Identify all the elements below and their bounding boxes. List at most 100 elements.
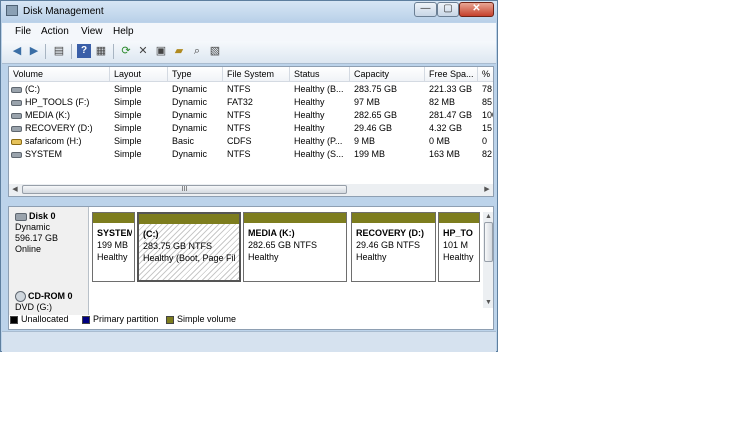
column-header-percent-free[interactable]: % F [478, 67, 493, 82]
table-row[interactable]: SYSTEM Simple Dynamic NTFS Healthy (S...… [9, 148, 493, 161]
back-arrow-icon[interactable]: ◀ [10, 44, 24, 58]
partition-system-info: SYSTEM 199 MB Healthy [97, 227, 132, 263]
cell-layout: Simple [114, 97, 142, 107]
simple-volume-bar [93, 213, 134, 223]
cell-type: Dynamic [172, 97, 208, 107]
details-icon[interactable]: ▦ [94, 44, 108, 58]
simple-volume-bar [352, 213, 435, 223]
menu-help[interactable]: Help [113, 26, 134, 37]
open-icon[interactable]: ▰ [172, 44, 186, 58]
title-bar[interactable]: Disk Management — ▢ ✕ [1, 1, 497, 22]
scroll-thumb[interactable] [484, 222, 493, 262]
cell-file-system: CDFS [227, 136, 252, 146]
partition-c[interactable]: (C:) 283.75 GB NTFS Healthy (Boot, Page … [137, 212, 241, 282]
cell-type: Dynamic [172, 110, 208, 120]
volume-list[interactable]: Volume Layout Type File System Status Ca… [8, 66, 494, 197]
rescan-icon[interactable]: ▧ [208, 44, 222, 58]
scroll-up-arrow-icon[interactable]: ▲ [483, 212, 493, 222]
scroll-thumb[interactable]: III [22, 185, 347, 194]
cell-status: Healthy [294, 97, 325, 107]
table-row[interactable]: MEDIA (K:) Simple Dynamic NTFS Healthy 2… [9, 109, 493, 122]
partition-recovery[interactable]: RECOVERY (D:) 29.46 GB NTFS Healthy [351, 212, 436, 282]
partition-hp-tools-info: HP_TO 101 M Healthy [443, 227, 477, 263]
drive-icon [11, 126, 22, 132]
table-row[interactable]: (C:) Simple Dynamic NTFS Healthy (B... 2… [9, 83, 493, 96]
cell-free-space: 0 MB [429, 136, 451, 146]
cell-layout: Simple [114, 110, 142, 120]
cd-rom-0-name-text: CD-ROM 0 [28, 291, 73, 301]
disk-0-size: 596.17 GB [15, 233, 59, 243]
partition-hp-tools[interactable]: HP_TO 101 M Healthy [438, 212, 480, 282]
partition-status: Healthy (Boot, Page Fil [143, 253, 236, 263]
partition-c-info: (C:) 283.75 GB NTFS Healthy (Boot, Page … [143, 228, 237, 264]
maximize-button[interactable]: ▢ [437, 2, 459, 17]
cell-layout: Simple [114, 149, 142, 159]
table-row[interactable]: RECOVERY (D:) Simple Dynamic NTFS Health… [9, 122, 493, 135]
drive-icon [11, 87, 22, 93]
cell-type: Basic [172, 136, 195, 146]
table-row[interactable]: HP_TOOLS (F:) Simple Dynamic FAT32 Healt… [9, 96, 493, 109]
column-header-volume[interactable]: Volume [9, 67, 110, 82]
primary-partition-swatch [82, 316, 90, 324]
legend-primary-partition: Primary partition [93, 314, 159, 324]
menu-action[interactable]: Action [41, 26, 69, 37]
table-row[interactable]: safaricom (H:) Simple Basic CDFS Healthy… [9, 135, 493, 148]
close-button[interactable]: ✕ [459, 2, 494, 17]
cell-free-space: 163 MB [429, 149, 461, 159]
partition-recovery-info: RECOVERY (D:) 29.46 GB NTFS Healthy [356, 227, 433, 263]
cell-percent-free: 15 [482, 123, 493, 133]
scroll-down-arrow-icon[interactable]: ▼ [483, 298, 493, 308]
partition-size: 101 M [443, 240, 469, 250]
cell-type: Dynamic [172, 149, 208, 159]
cell-free-space: 82 MB [429, 97, 456, 107]
cell-status: Healthy [294, 110, 325, 120]
cell-volume: HP_TOOLS (F:) [25, 97, 90, 107]
disk-0-status: Online [15, 244, 42, 254]
cell-capacity: 199 MB [354, 149, 386, 159]
toolbar-separator [113, 44, 114, 59]
scroll-right-arrow-icon[interactable]: ▶ [482, 185, 492, 195]
delete-icon[interactable]: ✕ [136, 44, 150, 58]
forward-arrow-icon[interactable]: ▶ [27, 44, 41, 58]
console-tree-icon[interactable]: ▤ [52, 44, 66, 58]
horizontal-scrollbar[interactable]: ◀ III ▶ [9, 184, 493, 196]
column-header-capacity[interactable]: Capacity [350, 67, 425, 82]
minimize-button[interactable]: — [414, 2, 437, 17]
column-header-free-space[interactable]: Free Spa... [425, 67, 478, 82]
partition-system[interactable]: SYSTEM 199 MB Healthy [92, 212, 135, 282]
menu-view[interactable]: View [81, 26, 103, 37]
disk-0-label[interactable]: Disk 0 Dynamic 596.17 GB Online [9, 207, 89, 287]
cell-type: Dynamic [172, 123, 208, 133]
drive-icon [11, 113, 22, 119]
column-header-file-system[interactable]: File System [223, 67, 290, 82]
cell-file-system: NTFS [227, 110, 251, 120]
cell-status: Healthy (B... [294, 84, 344, 94]
properties-icon[interactable]: ▣ [154, 44, 168, 58]
cell-file-system: NTFS [227, 84, 251, 94]
partition-name: RECOVERY (D:) [356, 228, 425, 238]
cell-volume: (C:) [25, 84, 40, 94]
column-header-layout[interactable]: Layout [110, 67, 168, 82]
partition-name: (C:) [143, 229, 159, 239]
partition-media[interactable]: MEDIA (K:) 282.65 GB NTFS Healthy [243, 212, 347, 282]
cell-type: Dynamic [172, 84, 208, 94]
vertical-scrollbar[interactable]: ▲ ▼ [483, 212, 493, 308]
column-header-type[interactable]: Type [168, 67, 223, 82]
cell-free-space: 4.32 GB [429, 123, 463, 133]
partition-size: 282.65 GB NTFS [248, 240, 318, 250]
column-header-status[interactable]: Status [290, 67, 350, 82]
cell-percent-free: 0 [482, 136, 488, 146]
cell-layout: Simple [114, 84, 142, 94]
legend-unallocated: Unallocated [21, 314, 69, 324]
help-icon[interactable]: ? [77, 44, 91, 58]
explore-icon[interactable]: ⌕ [190, 44, 204, 58]
simple-volume-bar [244, 213, 346, 223]
refresh-icon[interactable]: ⟳ [119, 44, 133, 58]
scroll-left-arrow-icon[interactable]: ◀ [10, 185, 20, 195]
cell-layout: Simple [114, 123, 142, 133]
cd-rom-0-label[interactable]: CD-ROM 0 DVD (G:) [9, 287, 89, 315]
cell-status: Healthy (P... [294, 136, 343, 146]
menu-file[interactable]: File [15, 26, 31, 37]
disk-icon [15, 212, 27, 221]
disk-graphical-view: Disk 0 Dynamic 596.17 GB Online SYSTEM 1… [8, 206, 494, 330]
